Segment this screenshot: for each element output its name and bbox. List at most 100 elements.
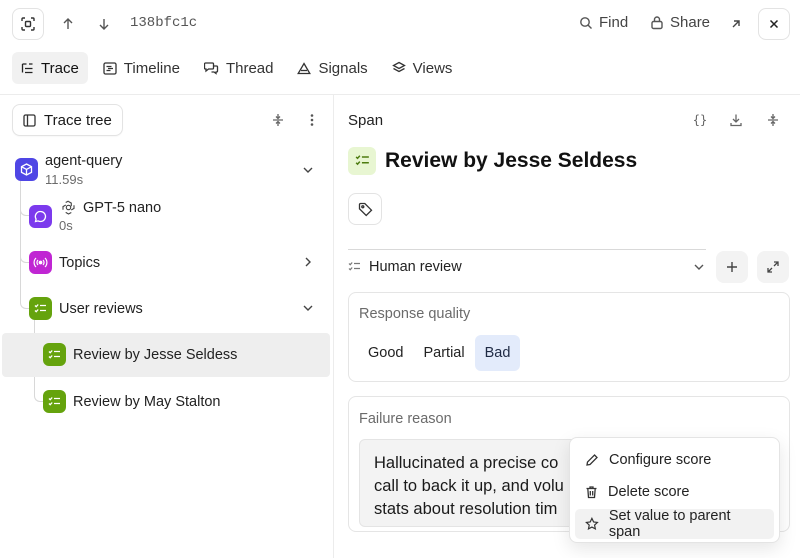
span-title: Review by Jesse Seldess xyxy=(385,149,638,172)
node-title: Review by May Stalton xyxy=(73,394,221,410)
menu-item-configure-score[interactable]: Configure score xyxy=(575,445,774,475)
node-duration: 0s xyxy=(59,218,73,233)
collapse-icon xyxy=(768,114,778,126)
tab-timeline[interactable]: Timeline xyxy=(94,52,189,84)
failure-reason-label: Failure reason xyxy=(359,411,452,427)
menu-item-label: Configure score xyxy=(609,452,712,468)
menu-item-delete-score[interactable]: Delete score xyxy=(575,477,774,507)
tree-node-gpt-5-nano[interactable]: GPT-5 nano 0s xyxy=(4,196,328,236)
pane-divider[interactable] xyxy=(333,95,334,558)
cube-icon xyxy=(15,158,38,181)
open-external-button[interactable] xyxy=(724,12,748,36)
trace-tree-button[interactable]: Trace tree xyxy=(12,104,123,136)
star-icon xyxy=(585,517,599,531)
chevron-down-icon xyxy=(303,305,313,311)
collapse-tree-button[interactable] xyxy=(266,108,290,132)
checklist-icon xyxy=(348,262,360,271)
checklist-icon xyxy=(348,147,376,175)
quality-option-good[interactable]: Good xyxy=(358,335,413,371)
chevron-right-icon xyxy=(305,257,311,267)
tree-node-agent-query[interactable]: agent-query 11.59s xyxy=(4,148,328,190)
menu-item-label: Delete score xyxy=(608,484,690,500)
response-quality-label: Response quality xyxy=(359,306,471,322)
section-divider xyxy=(348,249,706,250)
tab-timeline-label: Timeline xyxy=(123,59,180,77)
review-type-label: Human review xyxy=(369,259,462,275)
timeline-icon xyxy=(103,61,117,75)
tab-signals[interactable]: Signals xyxy=(288,52,376,84)
tab-signals-label: Signals xyxy=(318,59,368,77)
tree-node-review-may-stalton[interactable]: Review by May Stalton xyxy=(2,380,330,424)
review-type-select[interactable]: Human review xyxy=(348,256,706,278)
score-context-menu: Configure score Delete score Set value t… xyxy=(569,437,780,543)
search-icon xyxy=(580,16,592,29)
add-tag-button[interactable] xyxy=(348,193,382,225)
download-icon xyxy=(730,114,742,127)
checklist-icon xyxy=(43,390,66,413)
tab-views[interactable]: Views xyxy=(383,52,462,84)
focus-icon xyxy=(21,17,35,31)
expand-toggle[interactable] xyxy=(300,254,316,270)
triangle-icon xyxy=(297,61,312,74)
tree-node-user-reviews[interactable]: User reviews xyxy=(4,288,328,328)
list-tree-icon xyxy=(21,62,33,73)
response-quality-card: Response quality Good Partial Bad xyxy=(348,292,790,382)
trash-icon xyxy=(586,486,597,499)
download-button[interactable] xyxy=(724,108,748,132)
arrow-up-icon xyxy=(63,18,73,29)
expand-toggle[interactable] xyxy=(300,162,316,178)
trace-tree-label: Trace tree xyxy=(44,111,112,129)
previous-trace-button[interactable] xyxy=(56,12,80,36)
node-title: User reviews xyxy=(59,301,143,317)
tab-trace[interactable]: Trace xyxy=(12,52,88,84)
checklist-icon xyxy=(29,297,52,320)
collapse-span-button[interactable] xyxy=(761,108,785,132)
menu-item-set-value-to-parent-span[interactable]: Set value to parent span xyxy=(575,508,774,540)
panel-icon xyxy=(23,113,36,127)
chevron-down-icon xyxy=(303,167,313,173)
tag-icon xyxy=(358,202,372,216)
top-bar: 138bfc1c Find Share xyxy=(0,0,800,48)
quality-options: Good Partial Bad xyxy=(358,335,521,371)
share-label: Share xyxy=(670,14,711,31)
chat-bubble-icon xyxy=(29,205,52,228)
tree-more-button[interactable] xyxy=(300,108,324,132)
quality-option-bad[interactable]: Bad xyxy=(474,335,521,371)
braces-icon: {} xyxy=(692,113,708,127)
close-icon xyxy=(769,19,779,29)
messages-icon xyxy=(203,62,219,75)
view-json-button[interactable]: {} xyxy=(688,108,712,132)
chevron-down-icon xyxy=(694,264,704,270)
header-divider xyxy=(0,94,800,95)
arrow-down-icon xyxy=(99,19,109,30)
pencil-icon xyxy=(586,454,598,466)
share-button[interactable]: Share xyxy=(650,14,710,31)
lock-icon xyxy=(651,16,663,30)
node-title: Review by Jesse Seldess xyxy=(73,347,238,363)
focus-button[interactable] xyxy=(12,8,44,40)
expand-review-button[interactable] xyxy=(757,251,789,283)
node-duration: 11.59s xyxy=(45,172,84,187)
find-button[interactable]: Find xyxy=(579,14,628,31)
tab-trace-label: Trace xyxy=(41,59,79,77)
node-title: agent-query xyxy=(45,153,123,169)
add-review-button[interactable] xyxy=(716,251,748,283)
close-button[interactable] xyxy=(758,8,790,40)
expand-toggle[interactable] xyxy=(300,300,316,316)
checklist-icon xyxy=(43,343,66,366)
node-title: Topics xyxy=(59,255,101,271)
tree-node-topics[interactable]: Topics xyxy=(4,242,328,282)
tab-views-label: Views xyxy=(412,59,453,77)
view-tabs: Trace Timeline Thread Signals Views xyxy=(12,52,461,84)
quality-option-partial[interactable]: Partial xyxy=(413,335,474,371)
openai-logo-icon xyxy=(61,200,76,215)
tab-thread-label: Thread xyxy=(225,59,274,77)
menu-item-label: Set value to parent span xyxy=(608,508,731,540)
failure-reason-text: Hallucinated a precise co call to back i… xyxy=(374,454,564,518)
tab-thread[interactable]: Thread xyxy=(195,52,283,84)
plus-icon xyxy=(727,262,737,272)
radio-signal-icon xyxy=(29,251,52,274)
next-trace-button[interactable] xyxy=(92,12,116,36)
tree-node-review-jesse-seldess[interactable]: Review by Jesse Seldess xyxy=(2,333,330,377)
trace-id: 138bfc1c xyxy=(130,15,198,31)
